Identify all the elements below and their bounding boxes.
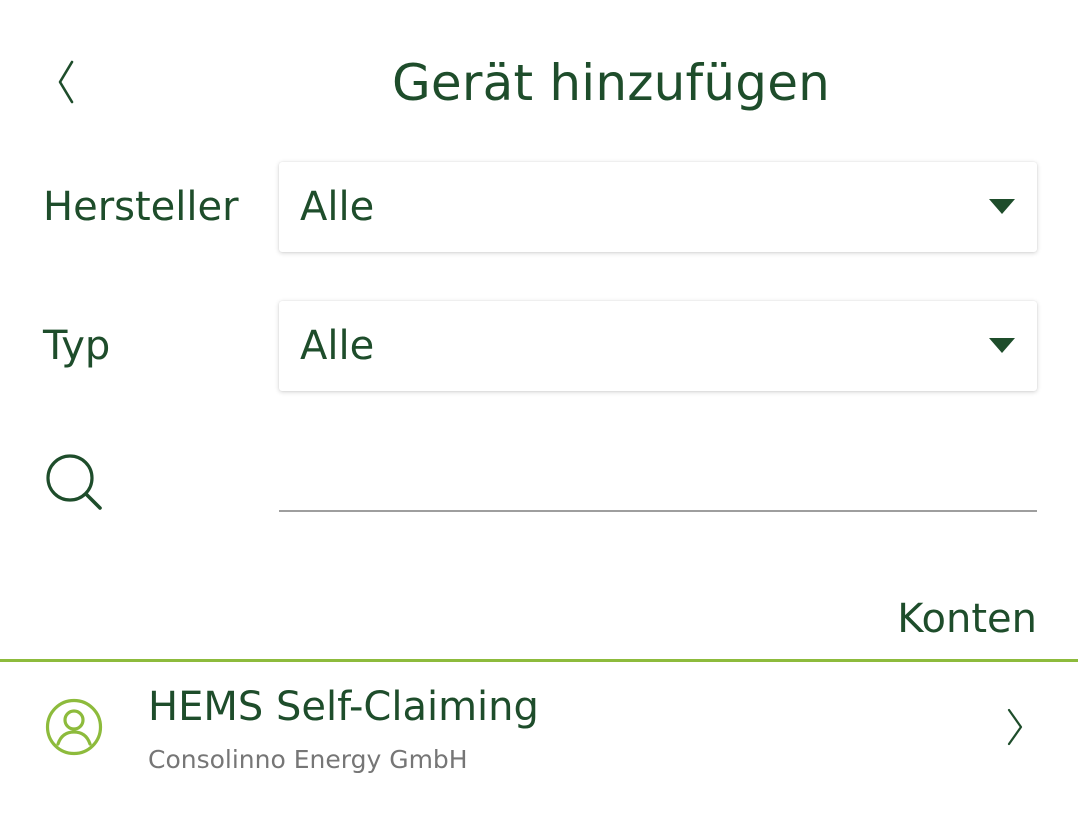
manufacturer-dropdown[interactable]: Alle	[279, 162, 1037, 252]
list-item[interactable]: HEMS Self-Claiming Consolinno Energy Gmb…	[0, 662, 1078, 792]
page-title: Gerät hinzufügen	[391, 54, 831, 112]
type-label: Typ	[43, 323, 111, 369]
chevron-right-icon	[1007, 708, 1023, 746]
account-icon	[45, 698, 103, 756]
item-subtitle: Consolinno Energy GmbH	[148, 745, 468, 774]
manufacturer-label: Hersteller	[43, 184, 239, 230]
item-title: HEMS Self-Claiming	[148, 684, 539, 730]
type-selected-value: Alle	[300, 323, 375, 369]
dropdown-arrow-icon	[989, 199, 1015, 214]
search-icon	[46, 454, 102, 510]
manufacturer-selected-value: Alle	[300, 184, 375, 230]
section-title: Konten	[897, 596, 1037, 642]
search-input[interactable]	[279, 450, 1037, 512]
dropdown-arrow-icon	[989, 338, 1015, 353]
type-dropdown[interactable]: Alle	[279, 301, 1037, 391]
